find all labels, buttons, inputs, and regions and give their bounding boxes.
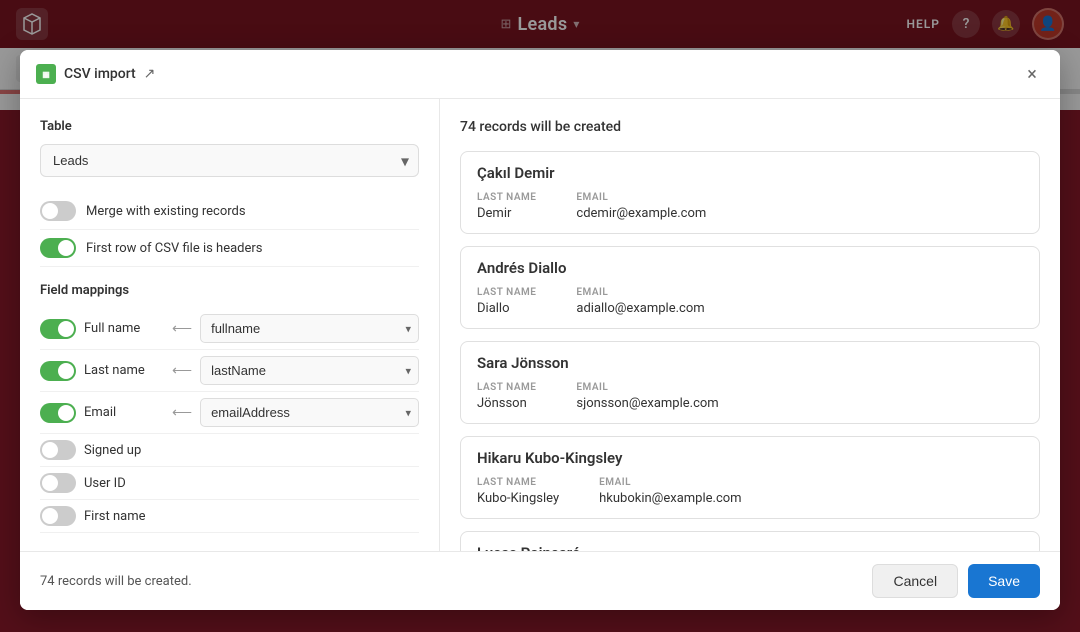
modal-header-left: ▦ CSV import ↗	[36, 64, 155, 84]
record-fields-1: LAST NAME Demir EMAIL cdemir@example.com	[477, 192, 1023, 221]
record-name-2: Andrés Diallo	[477, 259, 1023, 277]
record-fields-2: LAST NAME Diallo EMAIL adiallo@example.c…	[477, 287, 1023, 316]
modal-overlay: ▦ CSV import ↗ × Table Leads	[0, 0, 1080, 632]
modal-header-actions: ×	[1020, 62, 1044, 86]
signedup-toggle[interactable]	[40, 440, 76, 460]
record-lastname-value-4: Kubo-Kingsley	[477, 491, 559, 506]
cancel-button[interactable]: Cancel	[872, 564, 958, 598]
first-row-toggle-row: First row of CSV file is headers	[40, 230, 419, 267]
mapping-row-fullname: Full name ⟵ fullname	[40, 308, 419, 350]
first-row-toggle[interactable]	[40, 238, 76, 258]
email-select-wrapper: emailAddress	[200, 398, 419, 427]
record-field-lastname-3: LAST NAME Jönsson	[477, 382, 536, 411]
record-email-value-2: adiallo@example.com	[576, 301, 704, 316]
records-title: 74 records will be created	[460, 119, 1040, 135]
record-field-email-1: EMAIL cdemir@example.com	[576, 192, 706, 221]
record-card-2: Andrés Diallo LAST NAME Diallo EMAIL adi…	[460, 246, 1040, 329]
field-mappings-title: Field mappings	[40, 283, 419, 298]
record-fields-4: LAST NAME Kubo-Kingsley EMAIL hkubokin@e…	[477, 477, 1023, 506]
modal-header: ▦ CSV import ↗ ×	[20, 50, 1060, 99]
record-field-email-2: EMAIL adiallo@example.com	[576, 287, 704, 316]
record-lastname-label-2: LAST NAME	[477, 287, 536, 298]
record-name-5: Lucas Poincaré	[477, 544, 1023, 551]
record-email-label-3: EMAIL	[576, 382, 718, 393]
lastname-arrow: ⟵	[172, 363, 192, 379]
record-field-lastname-2: LAST NAME Diallo	[477, 287, 536, 316]
record-field-email-3: EMAIL sjonsson@example.com	[576, 382, 718, 411]
mapping-row-userid: User ID	[40, 467, 419, 500]
record-lastname-value-3: Jönsson	[477, 396, 536, 411]
fullname-select[interactable]: fullname	[200, 314, 419, 343]
record-lastname-value-2: Diallo	[477, 301, 536, 316]
record-email-label-2: EMAIL	[576, 287, 704, 298]
email-toggle[interactable]	[40, 403, 76, 423]
table-select-wrapper: Leads	[40, 144, 419, 177]
merge-toggle[interactable]	[40, 201, 76, 221]
csv-import-modal: ▦ CSV import ↗ × Table Leads	[20, 50, 1060, 610]
userid-toggle[interactable]	[40, 473, 76, 493]
record-fields-3: LAST NAME Jönsson EMAIL sjonsson@example…	[477, 382, 1023, 411]
record-lastname-label-3: LAST NAME	[477, 382, 536, 393]
right-panel: 74 records will be created Çakıl Demir L…	[440, 99, 1060, 551]
footer-status: 74 records will be created.	[40, 574, 192, 589]
modal-footer: 74 records will be created. Cancel Save	[20, 551, 1060, 610]
record-card-5: Lucas Poincaré	[460, 531, 1040, 551]
merge-toggle-row: Merge with existing records	[40, 193, 419, 230]
left-panel: Table Leads Merge with existing records …	[20, 99, 440, 551]
mapping-row-signedup: Signed up	[40, 434, 419, 467]
lastname-select-wrapper: lastName	[200, 356, 419, 385]
record-card-4: Hikaru Kubo-Kingsley LAST NAME Kubo-King…	[460, 436, 1040, 519]
csv-icon: ▦	[36, 64, 56, 84]
firstname-label: First name	[84, 509, 164, 524]
record-email-value-1: cdemir@example.com	[576, 206, 706, 221]
fullname-arrow: ⟵	[172, 321, 192, 337]
table-select[interactable]: Leads	[40, 144, 419, 177]
save-button[interactable]: Save	[968, 564, 1040, 598]
signedup-label: Signed up	[84, 443, 164, 458]
firstname-toggle[interactable]	[40, 506, 76, 526]
footer-actions: Cancel Save	[872, 564, 1040, 598]
lastname-label: Last name	[84, 363, 164, 378]
record-email-value-3: sjonsson@example.com	[576, 396, 718, 411]
fullname-label: Full name	[84, 321, 164, 336]
record-email-label-4: EMAIL	[599, 477, 741, 488]
lastname-select[interactable]: lastName	[200, 356, 419, 385]
record-email-label-1: EMAIL	[576, 192, 706, 203]
lastname-toggle[interactable]	[40, 361, 76, 381]
first-row-label: First row of CSV file is headers	[86, 241, 263, 256]
record-lastname-label-4: LAST NAME	[477, 477, 559, 488]
mapping-row-firstname: First name	[40, 500, 419, 533]
close-button[interactable]: ×	[1020, 62, 1044, 86]
mapping-row-email: Email ⟵ emailAddress	[40, 392, 419, 434]
email-arrow: ⟵	[172, 405, 192, 421]
record-lastname-value-1: Demir	[477, 206, 536, 221]
merge-label: Merge with existing records	[86, 204, 246, 219]
record-name-1: Çakıl Demir	[477, 164, 1023, 182]
record-field-lastname-4: LAST NAME Kubo-Kingsley	[477, 477, 559, 506]
email-select[interactable]: emailAddress	[200, 398, 419, 427]
record-field-email-4: EMAIL hkubokin@example.com	[599, 477, 741, 506]
table-section-title: Table	[40, 119, 419, 134]
fullname-select-wrapper: fullname	[200, 314, 419, 343]
external-link-icon[interactable]: ↗	[144, 66, 156, 82]
fullname-toggle[interactable]	[40, 319, 76, 339]
email-label: Email	[84, 405, 164, 420]
modal-body: Table Leads Merge with existing records …	[20, 99, 1060, 551]
userid-label: User ID	[84, 476, 164, 491]
record-field-lastname-1: LAST NAME Demir	[477, 192, 536, 221]
csv-icon-label: ▦	[42, 70, 50, 79]
mapping-row-lastname: Last name ⟵ lastName	[40, 350, 419, 392]
record-email-value-4: hkubokin@example.com	[599, 491, 741, 506]
record-lastname-label-1: LAST NAME	[477, 192, 536, 203]
record-name-4: Hikaru Kubo-Kingsley	[477, 449, 1023, 467]
record-name-3: Sara Jönsson	[477, 354, 1023, 372]
record-card-3: Sara Jönsson LAST NAME Jönsson EMAIL sjo…	[460, 341, 1040, 424]
modal-title: CSV import	[64, 66, 136, 82]
record-card-1: Çakıl Demir LAST NAME Demir EMAIL cdemir…	[460, 151, 1040, 234]
